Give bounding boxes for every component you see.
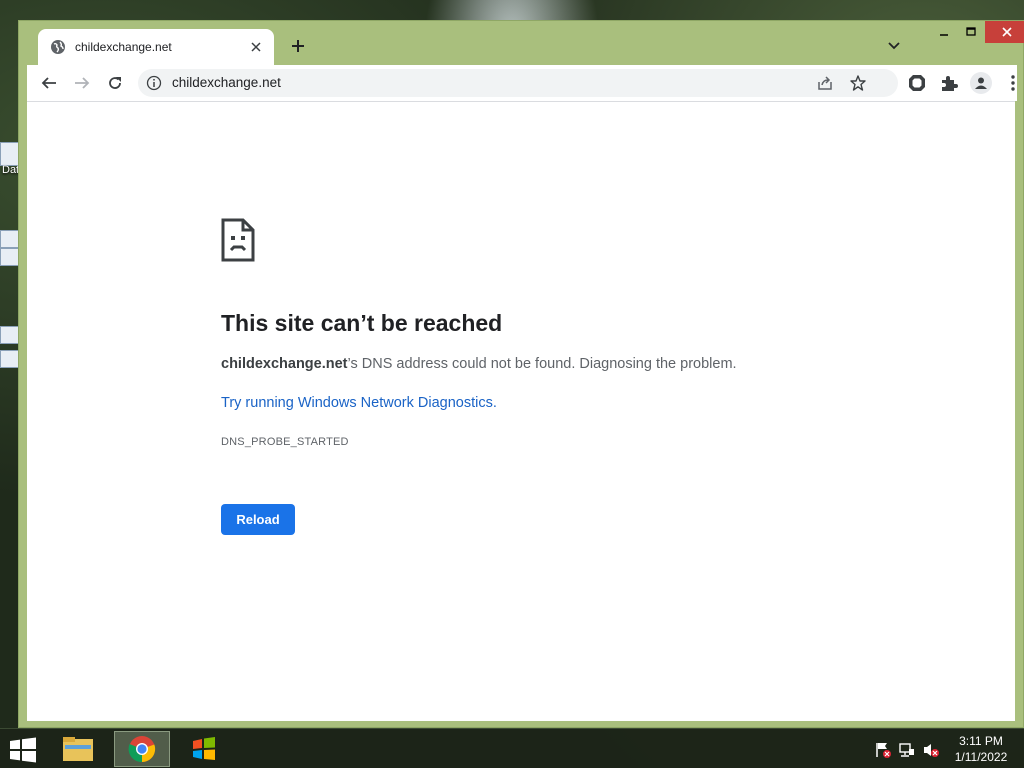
profile-icon[interactable] bbox=[970, 72, 992, 94]
forward-arrow-icon[interactable] bbox=[70, 71, 94, 95]
share-icon[interactable] bbox=[816, 74, 834, 92]
network-icon[interactable] bbox=[898, 741, 916, 759]
clock-date: 1/11/2022 bbox=[954, 750, 1008, 764]
desktop-shortcut-icon[interactable] bbox=[0, 248, 20, 266]
error-code: DNS_PROBE_STARTED bbox=[221, 436, 349, 448]
puzzle-icon[interactable] bbox=[938, 72, 960, 94]
taskbar: 3:11 PM 1/11/2022 bbox=[0, 728, 1024, 768]
window-close-icon[interactable] bbox=[985, 21, 1024, 43]
page-content: This site can’t be reached childexchange… bbox=[27, 101, 1015, 721]
system-clock[interactable]: 3:11 PM 1/11/2022 bbox=[946, 733, 1016, 765]
title-bar[interactable]: childexchange.net bbox=[19, 21, 1024, 65]
address-bar[interactable]: childexchange.net bbox=[138, 69, 898, 97]
maximize-icon[interactable] bbox=[957, 21, 985, 43]
tab-childexchange[interactable]: childexchange.net bbox=[38, 29, 274, 65]
desktop-shortcut-icon[interactable] bbox=[0, 326, 20, 344]
tab-title: childexchange.net bbox=[75, 40, 172, 54]
back-arrow-icon[interactable] bbox=[37, 71, 61, 95]
file-explorer-icon[interactable] bbox=[50, 731, 106, 767]
browser-toolbar: childexchange.net bbox=[27, 65, 1017, 101]
chrome-icon[interactable] bbox=[114, 731, 170, 767]
chevron-down-icon[interactable] bbox=[885, 37, 903, 55]
sad-page-icon bbox=[221, 218, 255, 262]
error-domain: childexchange.net bbox=[221, 356, 348, 372]
globe-icon bbox=[51, 40, 65, 54]
error-description-text: ’s DNS address could not be found. Diagn… bbox=[347, 356, 737, 372]
kebab-menu-icon[interactable] bbox=[1002, 72, 1024, 94]
desktop-shortcut-icon[interactable] bbox=[0, 230, 20, 248]
url-text[interactable]: childexchange.net bbox=[172, 75, 281, 90]
reload-button[interactable]: Reload bbox=[221, 504, 295, 535]
network-diagnostics-link[interactable]: Try running Windows Network Diagnostics. bbox=[221, 395, 497, 411]
minimize-icon[interactable] bbox=[931, 21, 957, 43]
windows-live-icon[interactable] bbox=[176, 731, 232, 767]
desktop-shortcut-icon[interactable] bbox=[0, 142, 20, 166]
error-description: childexchange.net’s DNS address could no… bbox=[221, 356, 737, 372]
clock-time: 3:11 PM bbox=[959, 734, 1003, 748]
windows-start-icon[interactable] bbox=[8, 737, 38, 763]
desktop-shortcut-label: Dat bbox=[2, 164, 20, 176]
reload-icon[interactable] bbox=[103, 71, 127, 95]
close-icon[interactable] bbox=[248, 39, 264, 55]
info-icon[interactable] bbox=[146, 75, 162, 91]
desktop-shortcut-icon[interactable] bbox=[0, 350, 20, 368]
error-title: This site can’t be reached bbox=[221, 310, 503, 336]
browser-window: childexchange.net childexchange.net This… bbox=[18, 20, 1024, 728]
action-center-flag-icon[interactable] bbox=[874, 741, 892, 759]
star-icon[interactable] bbox=[849, 74, 867, 92]
extension-shield-icon[interactable] bbox=[906, 72, 928, 94]
plus-icon[interactable] bbox=[287, 35, 309, 57]
volume-muted-icon[interactable] bbox=[922, 741, 940, 759]
